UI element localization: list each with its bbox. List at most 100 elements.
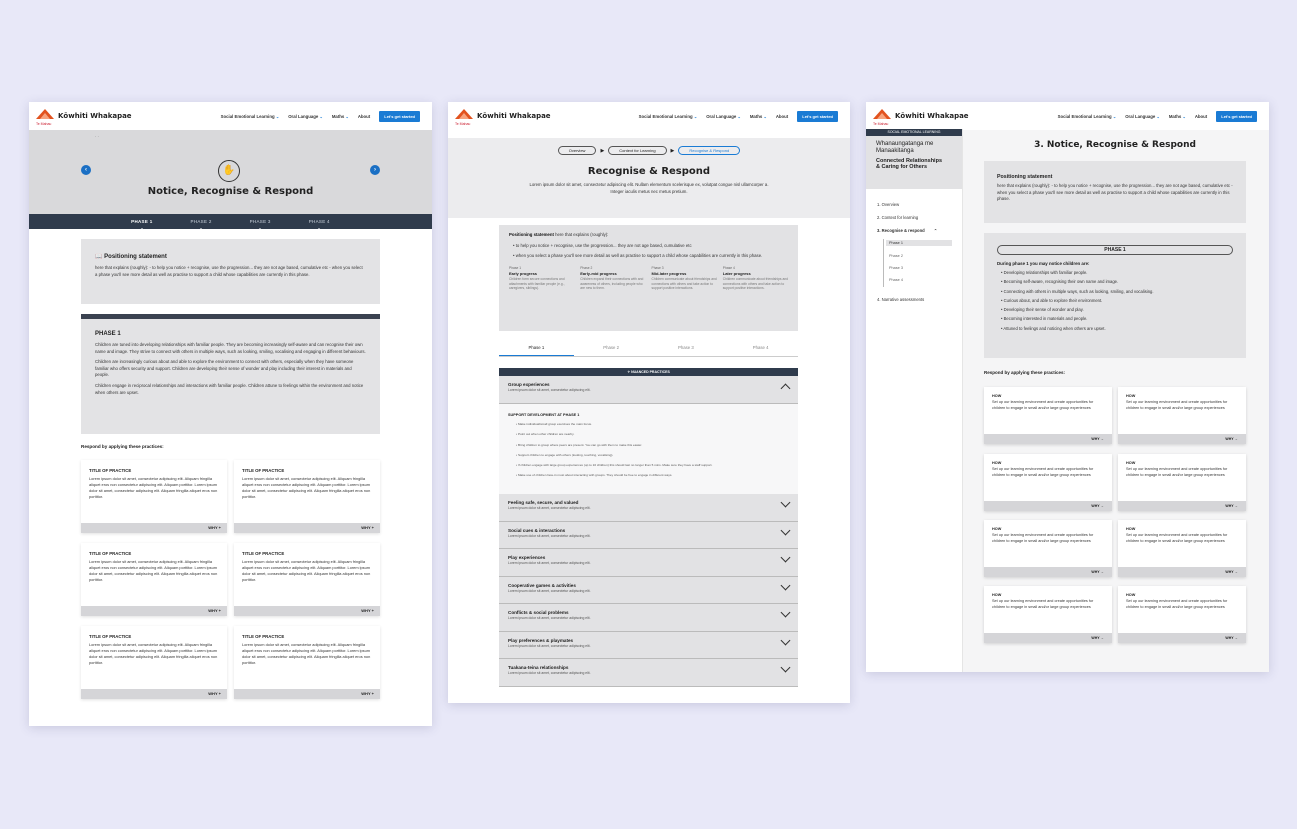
why-button[interactable]: WHY →: [984, 567, 1112, 577]
phase-tabs: Phase 1 Phase 2 Phase 3 Phase 4: [499, 345, 798, 357]
positioning-box: Positioning statement here that explains…: [984, 161, 1246, 223]
why-button[interactable]: WHY →: [984, 633, 1112, 643]
menu-maths[interactable]: Maths ⌄: [750, 114, 767, 119]
tab-phase-1[interactable]: PHASE 1: [131, 219, 152, 230]
accordion-subtitle: Lorem ipsum dolor sit amet, consectetur …: [508, 588, 591, 593]
sidebar-item-recognise[interactable]: 3. Recognise & respond ⌃: [877, 228, 937, 233]
step-recognise[interactable]: Recognise & Respond: [678, 146, 741, 155]
practice-title: TITLE OF PRACTICE: [89, 551, 132, 556]
accordion-row[interactable]: Feeling safe, secure, and valued Lorem ip…: [499, 494, 798, 522]
tab-phase-2[interactable]: PHASE 2: [191, 219, 212, 230]
why-button[interactable]: WHY →: [1118, 501, 1246, 511]
positioning-box: 📖 Positioning statement here that explai…: [81, 239, 380, 304]
prev-arrow-button[interactable]: ‹: [81, 165, 91, 175]
phase-title: PHASE 1: [95, 331, 121, 337]
accordion-subtitle: Lorem ipsum dolor sit amet, consectetur …: [508, 533, 591, 538]
menu-oral-language[interactable]: Oral Language ⌄: [706, 114, 741, 119]
accordion-row[interactable]: Play preferences & playmates Lorem ipsum …: [499, 631, 798, 659]
menu-social-emotional[interactable]: Social Emotional Learning ⌄: [1058, 114, 1117, 119]
tab-phase-2[interactable]: Phase 2: [574, 345, 649, 356]
sidebar-title: Connected Relationships & Caring for Oth…: [876, 158, 943, 171]
why-button[interactable]: WHY +: [81, 523, 227, 533]
why-button[interactable]: WHY →: [984, 501, 1112, 511]
get-started-button[interactable]: Let's get started: [797, 110, 838, 122]
why-button[interactable]: WHY +: [234, 606, 380, 616]
sidebar-item-context[interactable]: 2. Context for learning: [877, 215, 918, 220]
logo[interactable]: Te Mahau Kōwhiti Whakapae: [873, 109, 1023, 126]
get-started-button[interactable]: Let's get started: [379, 110, 420, 122]
menu-maths[interactable]: Maths ⌄: [332, 114, 349, 119]
why-button[interactable]: WHY →: [984, 434, 1112, 444]
top-nav: Te Mahau Kōwhiti Whakapae Social Emotion…: [866, 102, 1269, 130]
phase-box: PHASE 1 Children are tuned into developi…: [81, 314, 380, 434]
sidebar-subitem-phase-3[interactable]: Phase 3: [889, 266, 903, 270]
chevron-down-icon: ⌄: [763, 113, 767, 119]
next-arrow-button[interactable]: ›: [370, 165, 380, 175]
step-overview[interactable]: Overview: [557, 146, 597, 155]
accordion-row[interactable]: Social cues & interactions Lorem ipsum do…: [499, 521, 798, 549]
accordion-row[interactable]: Play experiences Lorem ipsum dolor sit am…: [499, 549, 798, 577]
notice-text: Curious about, and able to explore their…: [1003, 297, 1103, 303]
how-label: HOW: [992, 461, 1002, 465]
logo[interactable]: Te Mahau Kōwhiti Whakapae: [36, 109, 186, 126]
why-button[interactable]: WHY +: [234, 689, 380, 699]
accordion-subtitle: Lorem ipsum dolor sit amet, consectetur …: [508, 561, 591, 565]
support-heading: SUPPORT DEVELOPMENT AT PHASE 1: [508, 413, 580, 417]
progress-phase: Phase 1: [509, 265, 522, 270]
step-context[interactable]: Context for Learning: [608, 146, 667, 155]
practice-text: Lorem ipsum dolor sit amet, consectetur …: [89, 559, 218, 582]
sidebar-item-narrative[interactable]: 4. Narrative assessments: [877, 297, 924, 302]
sidebar-subitem-phase-2[interactable]: Phase 2: [889, 254, 903, 258]
star-icon: ✧: [627, 370, 631, 374]
practice-text: Lorem ipsum dolor sit amet, consectetur …: [242, 476, 371, 499]
sidebar-item-overview[interactable]: 1. Overview: [877, 202, 899, 207]
page-title: Notice, Recognise & Respond: [147, 186, 314, 197]
menu-about[interactable]: About: [1195, 114, 1207, 119]
why-button[interactable]: WHY +: [81, 606, 227, 616]
how-label: HOW: [992, 593, 1002, 597]
progress-phase: Phase 3: [651, 265, 664, 270]
tab-phase-3[interactable]: PHASE 3: [250, 219, 271, 230]
progress-desc: Children communicate about friendships a…: [651, 276, 717, 291]
why-button[interactable]: WHY →: [1118, 434, 1246, 444]
support-item: • Make individual/small group exercises …: [516, 422, 592, 426]
tab-phase-1[interactable]: Phase 1: [499, 345, 574, 356]
how-label: HOW: [1126, 461, 1136, 465]
accordion-row[interactable]: Tuakana-teina relationships Lorem ipsum d…: [499, 659, 798, 687]
accordion-open[interactable]: Group experiences Lorem ipsum dolor sit …: [499, 376, 798, 404]
why-button[interactable]: WHY +: [81, 689, 227, 699]
tab-phase-3[interactable]: Phase 3: [649, 345, 724, 356]
menu-about[interactable]: About: [358, 114, 370, 119]
tab-phase-4[interactable]: PHASE 4: [309, 219, 330, 230]
menu-maths[interactable]: Maths ⌄: [1169, 114, 1186, 119]
logo[interactable]: Te Mahau Kōwhiti Whakapae: [455, 109, 605, 126]
menu-oral-language[interactable]: Oral Language ⌄: [1125, 114, 1160, 119]
sidebar-subitem-phase-4[interactable]: Phase 4: [889, 278, 903, 282]
get-started-button[interactable]: Let's get started: [1216, 110, 1257, 122]
practice-text: Lorem ipsum dolor sit amet, consectetur …: [242, 642, 371, 665]
tab-phase-4[interactable]: Phase 4: [723, 345, 798, 356]
how-label: HOW: [992, 527, 1002, 531]
how-label: HOW: [1126, 593, 1136, 597]
accordion-title: Feeling safe, secure, and valued: [508, 500, 579, 505]
why-button[interactable]: WHY →: [1118, 633, 1246, 643]
chevron-down-icon: ⌄: [275, 113, 280, 119]
menu-social-emotional[interactable]: Social Emotional Learning ⌄: [639, 114, 698, 119]
menu-about[interactable]: About: [776, 114, 788, 119]
support-text: Make individual/small group exercises th…: [517, 422, 592, 426]
accordion-row[interactable]: Conflicts & social problems Lorem ipsum d…: [499, 604, 798, 632]
logo-mark-icon: Te Mahau: [873, 109, 891, 126]
phase-paragraph: Children are increasingly curious about …: [95, 359, 354, 378]
notice-text: Developing their sense of wonder and pla…: [1003, 307, 1084, 313]
accordion-row[interactable]: Cooperative games & activities Lorem ipsu…: [499, 576, 798, 604]
why-button[interactable]: WHY →: [1118, 567, 1246, 577]
menu-oral-language[interactable]: Oral Language ⌄: [288, 114, 323, 119]
menu-social-emotional[interactable]: Social Emotional Learning ⌄: [221, 114, 280, 119]
sidebar-subitem-phase-1[interactable]: Phase 1: [886, 240, 952, 246]
hand-icon: ✋: [218, 160, 240, 182]
why-button[interactable]: WHY +: [234, 523, 380, 533]
step-nav: Overview ▶ Context for Learning ▶ Recognis…: [448, 138, 850, 155]
nuanced-bar: ✧ NUANCED PRACTICES: [499, 368, 798, 376]
how-text: Set up our learning environment and crea…: [1126, 533, 1228, 543]
practice-card: TITLE OF PRACTICE Lorem ipsum dolor sit a…: [81, 626, 227, 699]
